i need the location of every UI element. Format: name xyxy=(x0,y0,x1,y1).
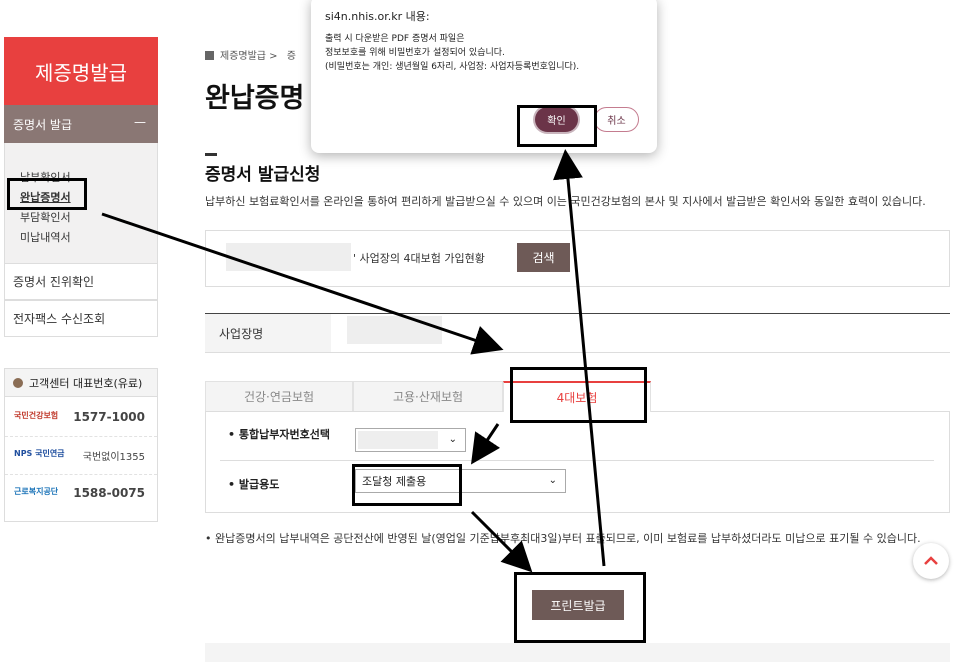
arrow-1 xyxy=(101,212,504,355)
annotation-arrows xyxy=(101,149,606,573)
arrow-4 xyxy=(553,149,606,567)
arrow-2 xyxy=(471,423,501,465)
arrow-3 xyxy=(470,510,533,573)
